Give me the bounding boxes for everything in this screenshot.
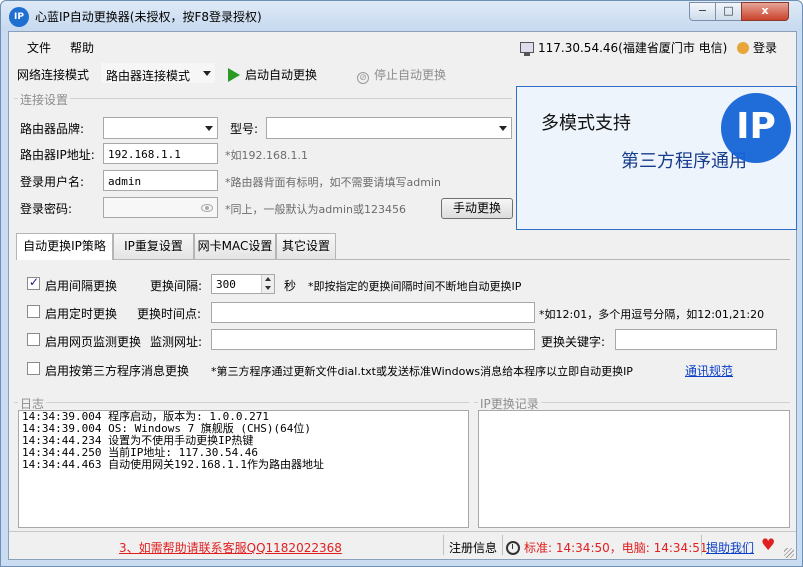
login-button[interactable]: 登录 — [737, 39, 777, 56]
start-label: 启动自动更换 — [245, 68, 318, 82]
username-hint: *路由器背面有标明，如不需要请填写admin — [225, 176, 441, 189]
timed-input[interactable] — [211, 302, 535, 323]
time-text: 标准: 14:34:50，电脑: 14:34:51 — [524, 541, 708, 555]
username-label: 登录用户名: — [20, 175, 85, 189]
model-select[interactable] — [266, 117, 512, 139]
manual-change-button[interactable]: 手动更换 — [441, 198, 513, 219]
resize-grip-icon[interactable] — [784, 548, 794, 558]
password-label: 登录密码: — [20, 202, 73, 216]
interval-checkbox[interactable] — [27, 275, 40, 290]
username-value: admin — [108, 175, 142, 188]
timed-checkbox[interactable] — [27, 305, 40, 318]
interval-stepper[interactable]: 300 — [211, 274, 275, 294]
model-label: 型号: — [230, 122, 259, 136]
contact-link[interactable]: 揭助我们 — [706, 539, 754, 556]
network-icon — [520, 42, 534, 56]
protocol-link[interactable]: 通讯规范 — [685, 362, 733, 379]
current-ip-text: 117.30.54.46(福建省厦门市 电信) — [538, 41, 728, 55]
web-monitor-input[interactable] — [211, 329, 535, 350]
interval-label: 更换间隔: — [150, 279, 203, 293]
close-button[interactable]: x — [741, 2, 789, 21]
register-info-button[interactable]: 注册信息 — [449, 539, 497, 556]
maximize-button[interactable]: □ — [715, 2, 742, 21]
current-ip: 117.30.54.46(福建省厦门市 电信) — [520, 39, 727, 56]
user-icon — [737, 42, 749, 54]
clock-icon — [506, 541, 520, 555]
interval-hint: *即按指定的更换间隔时间不断地自动更换IP — [308, 280, 522, 293]
mode-value: 路由器连接模式 — [106, 69, 191, 83]
brand-select[interactable] — [103, 117, 218, 139]
menu-file[interactable]: 文件 — [27, 39, 51, 56]
router-ip-hint: *如192.168.1.1 — [225, 149, 308, 162]
app-logo-icon: IP — [9, 7, 29, 27]
start-auto-button[interactable]: 启动自动更换 — [228, 66, 317, 83]
third-party-hint: *第三方程序通过更新文件dial.txt或发送标准Windows消息给本程序以立… — [211, 365, 633, 378]
log-group: 日志 — [14, 395, 469, 412]
stop-label: 停止自动更换 — [374, 68, 447, 82]
router-ip-value: 192.168.1.1 — [108, 148, 181, 161]
help-link[interactable]: 3、如需帮助请联系客服QQ1182022368 — [119, 539, 342, 556]
ip-history-group: IP更换记录 — [474, 395, 790, 412]
interval-unit: 秒 — [284, 279, 297, 293]
minimize-button[interactable]: − — [689, 2, 716, 21]
window-title: 心蓝IP自动更换器(未授权，按F8登录授权) — [35, 10, 262, 24]
chevron-down-icon — [499, 126, 507, 131]
banner-line-2: 第三方程序通用 — [621, 151, 747, 172]
tab-ip-repeat[interactable]: IP重复设置 — [113, 233, 194, 259]
connection-group-title: 连接设置 — [18, 91, 71, 108]
status-divider — [443, 535, 444, 555]
chevron-down-icon — [203, 71, 211, 76]
ip-history-box[interactable] — [478, 410, 790, 528]
stepper-up-icon[interactable] — [261, 275, 274, 284]
menu-help[interactable]: 帮助 — [70, 39, 94, 56]
log-line: 14:34:44.463 自动使用网关192.168.1.1作为路由器地址 — [22, 458, 324, 471]
password-input[interactable] — [103, 197, 218, 218]
status-divider — [502, 535, 503, 555]
mode-select[interactable]: 路由器连接模式 — [100, 62, 216, 84]
keyword-label: 更换关键字: — [541, 335, 606, 349]
heart-icon: ♥ — [761, 535, 776, 554]
chevron-down-icon — [205, 126, 213, 131]
keyword-input[interactable] — [615, 329, 777, 350]
status-divider — [701, 535, 702, 555]
router-ip-input[interactable]: 192.168.1.1 — [103, 143, 218, 164]
stop-icon: ⊘ — [357, 72, 369, 84]
web-monitor-check-label: 启用网页监测更换 — [45, 335, 142, 349]
username-input[interactable]: admin — [103, 170, 218, 191]
log-box[interactable]: 14:34:39.004 程序启动，版本为: 1.0.0.271 14:34:3… — [18, 410, 469, 528]
third-party-check-label: 启用按第三方程序消息更换 — [45, 364, 190, 378]
connection-group: 连接设置 — [14, 91, 512, 108]
tab-auto-strategy[interactable]: 自动更换IP策略 — [16, 233, 113, 260]
timed-check-label: 启用定时更换 — [45, 307, 118, 321]
toolbar: 网络连接模式 路由器连接模式 启动自动更换 ⊘ 停止自动更换 — [9, 58, 796, 86]
web-monitor-checkbox[interactable] — [27, 333, 40, 346]
promo-banner: 多模式支持 第三方程序通用 IP — [516, 86, 797, 230]
timed-hint: *如12:01，多个用逗号分隔，如12:01,21:20 — [539, 308, 765, 321]
eye-icon[interactable] — [201, 204, 213, 212]
ip-logo-icon: IP — [721, 93, 791, 163]
stop-auto-button[interactable]: ⊘ 停止自动更换 — [357, 66, 446, 84]
login-label: 登录 — [753, 41, 778, 55]
password-hint: *同上，一般默认为admin或123456 — [225, 203, 406, 216]
brand-label: 路由器品牌: — [20, 122, 85, 136]
third-party-checkbox[interactable] — [27, 362, 40, 375]
tab-other-settings[interactable]: 其它设置 — [276, 233, 336, 259]
timed-label: 更换时间点: — [137, 307, 202, 321]
router-ip-label: 路由器IP地址: — [20, 148, 95, 162]
play-icon — [228, 68, 240, 82]
tab-mac-settings[interactable]: 网卡MAC设置 — [194, 233, 276, 259]
client-area: 文件 帮助 117.30.54.46(福建省厦门市 电信) 登录 网络连接模式 … — [8, 31, 797, 560]
stepper-down-icon[interactable] — [261, 284, 274, 293]
web-monitor-label: 监测网址: — [150, 335, 203, 349]
time-display: 标准: 14:34:50，电脑: 14:34:51 — [506, 539, 708, 556]
interval-value: 300 — [216, 278, 236, 291]
status-bar: 3、如需帮助请联系客服QQ1182022368 注册信息 标准: 14:34:5… — [9, 531, 796, 559]
banner-line-1: 多模式支持 — [541, 113, 631, 134]
interval-check-label: 启用间隔更换 — [45, 279, 118, 293]
menu-bar: 文件 帮助 117.30.54.46(福建省厦门市 电信) 登录 — [9, 34, 796, 56]
mode-label: 网络连接模式 — [17, 68, 90, 82]
title-bar[interactable]: IP 心蓝IP自动更换器(未授权，按F8登录授权) − □ x — [1, 1, 802, 31]
app-window: IP 心蓝IP自动更换器(未授权，按F8登录授权) − □ x 文件 帮助 11… — [0, 0, 803, 567]
